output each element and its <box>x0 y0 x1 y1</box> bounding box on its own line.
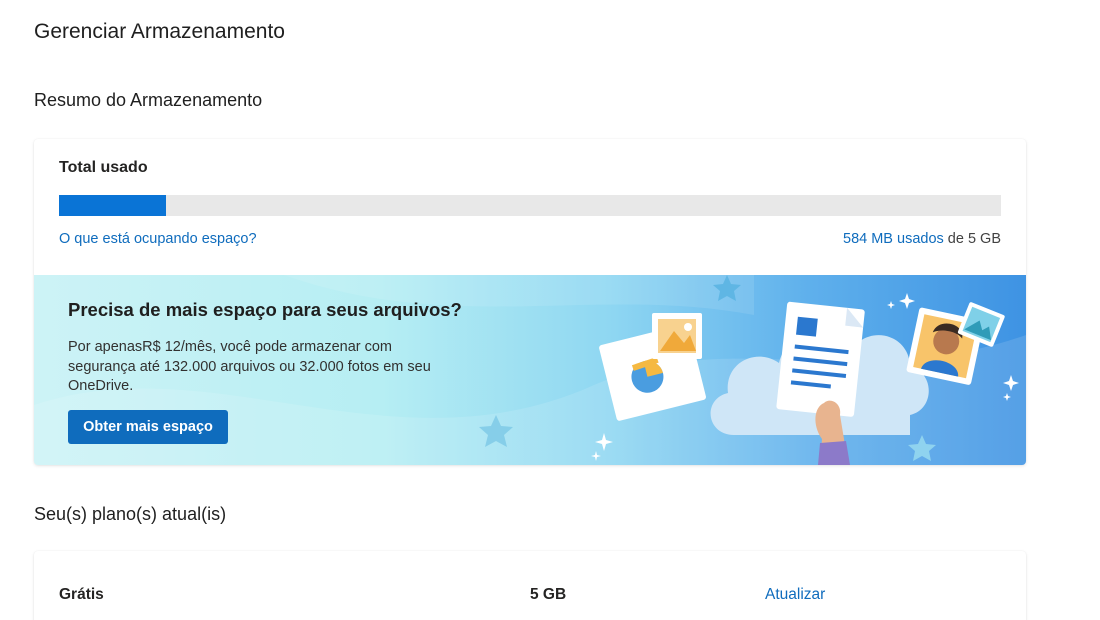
document-icon <box>776 301 865 417</box>
storage-summary-heading: Resumo do Armazenamento <box>34 90 263 110</box>
photo-icon <box>652 313 702 359</box>
total-used-label: Total usado <box>59 159 148 176</box>
promo-description: Por apenasR$ 12/mês, você pode armazenar… <box>68 339 431 394</box>
manage-storage-page: Gerenciar Armazenamento Resumo do Armaze… <box>0 0 1100 620</box>
whats-taking-space-link[interactable]: O que está ocupando espaço? <box>59 231 257 247</box>
plan-storage-size: 5 GB <box>530 586 567 603</box>
storage-summary-card: Total usado O que está ocupando espaço? … <box>34 139 1026 465</box>
storage-progress-bar <box>59 195 1001 216</box>
used-amount-link[interactable]: 584 MB usados <box>843 231 944 247</box>
plan-name: Grátis <box>59 586 104 603</box>
current-plans-heading: Seu(s) plano(s) atual(is) <box>34 504 227 524</box>
used-total-suffix: de 5 GB <box>943 231 1001 247</box>
upgrade-plan-link[interactable]: Atualizar <box>765 586 825 604</box>
upgrade-promo-banner: Precisa de mais espaço para seus arquivo… <box>34 275 1026 465</box>
get-more-storage-button[interactable]: Obter mais espaço <box>68 410 228 444</box>
storage-progress-fill <box>59 195 167 216</box>
page-title: Gerenciar Armazenamento <box>34 20 285 43</box>
storage-usage-text: 584 MB usados de 5 GB <box>843 231 1001 247</box>
current-plans-card: Grátis 5 GB Atualizar <box>34 551 1026 620</box>
promo-title: Precisa de mais espaço para seus arquivo… <box>68 299 462 320</box>
